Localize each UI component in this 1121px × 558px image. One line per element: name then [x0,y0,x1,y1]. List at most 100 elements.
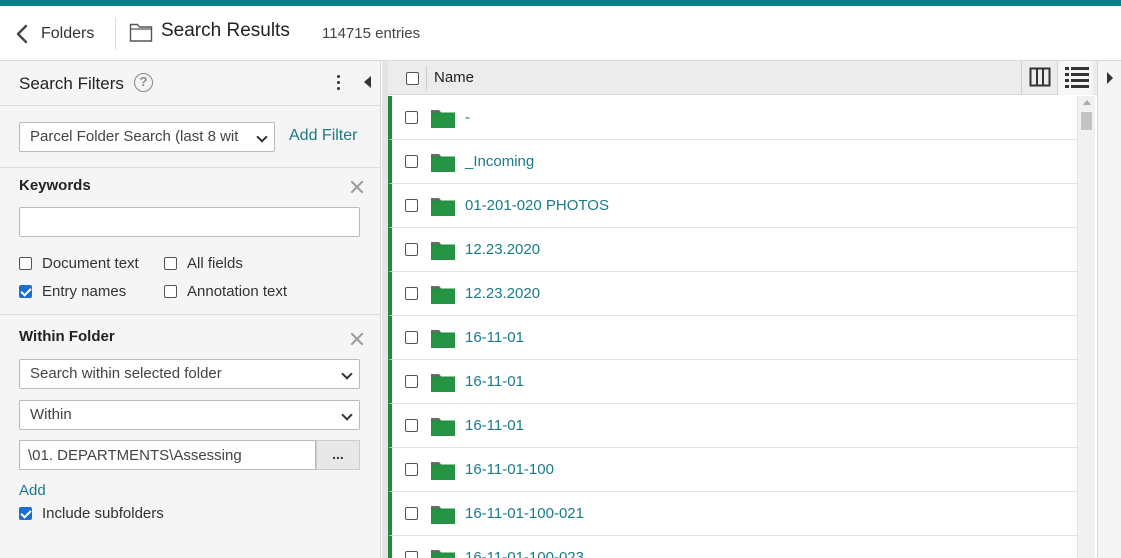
annotation-text-label: Annotation text [187,283,288,300]
table-row[interactable]: _Incoming [388,140,1077,184]
folder-relation-select[interactable]: Within [19,400,360,430]
list-icon [1065,67,1089,88]
table-row[interactable]: - [388,96,1077,140]
entry-names-option[interactable]: Entry names [19,283,126,300]
table-row[interactable]: 16-11-01 [388,360,1077,404]
row-name-link[interactable]: 16-11-01-100-023 [465,549,584,558]
folder-icon [431,506,455,524]
browse-folder-button[interactable]: ... [316,440,360,470]
details-pane-collapsed [1097,61,1121,558]
row-name-link[interactable]: - [465,109,470,126]
row-checkbox[interactable] [405,155,418,168]
table-row[interactable]: 16-11-01-100 [388,448,1077,492]
row-checkbox[interactable] [405,419,418,432]
document-text-checkbox[interactable] [19,257,32,270]
divider [0,167,381,168]
folder-path-input[interactable]: \01. DEPARTMENTS\Assessing [19,440,316,470]
page-title: Search Results [161,20,290,41]
header-divider [115,18,116,50]
row-name-link[interactable]: _Incoming [465,153,534,170]
name-column-header[interactable]: Name [434,69,474,86]
add-folder-link[interactable]: Add [19,482,46,499]
divider [0,314,381,315]
document-text-option[interactable]: Document text [19,255,139,272]
divider [0,105,381,106]
chevron-down-icon [341,368,353,380]
entry-names-label: Entry names [42,283,127,300]
column-separator [426,66,427,90]
entry-names-checkbox[interactable] [19,285,32,298]
back-to-folders-button[interactable]: Folders [12,20,94,48]
remove-keywords-filter-icon[interactable] [349,179,365,195]
row-checkbox[interactable] [405,111,418,124]
table-row[interactable]: 12.23.2020 [388,272,1077,316]
include-subfolders-label: Include subfolders [42,505,164,522]
all-fields-checkbox[interactable] [164,257,177,270]
column-view-button[interactable] [1021,61,1057,95]
keywords-input[interactable] [19,207,360,237]
row-checkbox[interactable] [405,507,418,520]
list-view-button[interactable] [1057,61,1093,95]
row-checkbox[interactable] [405,551,418,558]
table-row[interactable]: 16-11-01-100-023 [388,536,1077,558]
keywords-title: Keywords [19,177,91,194]
collapse-pane-icon[interactable] [364,76,371,88]
table-row[interactable]: 16-11-01 [388,316,1077,360]
more-options-icon[interactable] [332,73,344,93]
search-filters-pane: Search Filters ? Parcel Folder Search (l… [0,61,381,558]
help-icon[interactable]: ? [134,73,153,92]
scroll-thumb[interactable] [1081,112,1092,130]
all-fields-option[interactable]: All fields [164,255,243,272]
results-scrollbar[interactable] [1077,96,1095,558]
folder-scope-select[interactable]: Search within selected folder [19,359,360,389]
row-name-link[interactable]: 16-11-01-100-021 [465,505,584,522]
folder-icon [431,462,455,480]
expand-pane-icon[interactable] [1107,72,1113,84]
row-checkbox[interactable] [405,331,418,344]
folder-icon [431,550,455,558]
row-name-link[interactable]: 12.23.2020 [465,241,540,258]
results-pane: Name - _Incoming 01-201-020 PHOTOS 12.23.20… [388,61,1097,558]
row-name-link[interactable]: 16-11-01 [465,329,524,346]
row-checkbox[interactable] [405,463,418,476]
add-filter-link[interactable]: Add Filter [289,127,357,145]
annotation-text-checkbox[interactable] [164,285,177,298]
table-row[interactable]: 12.23.2020 [388,228,1077,272]
results-column-header: Name [388,61,1097,95]
include-subfolders-checkbox[interactable] [19,507,32,520]
row-checkbox[interactable] [405,199,418,212]
select-all-checkbox[interactable] [406,72,419,85]
saved-search-select[interactable]: Parcel Folder Search (last 8 wit [19,122,275,152]
folder-icon [431,418,455,436]
row-name-link[interactable]: 01-201-020 PHOTOS [465,197,609,214]
folder-outline-icon [129,23,153,42]
row-checkbox[interactable] [405,375,418,388]
annotation-text-option[interactable]: Annotation text [164,283,287,300]
table-row[interactable]: 16-11-01-100-021 [388,492,1077,536]
row-name-link[interactable]: 16-11-01 [465,417,524,434]
row-name-link[interactable]: 16-11-01 [465,373,524,390]
row-name-link[interactable]: 16-11-01-100 [465,461,554,478]
folder-icon [431,154,455,172]
row-checkbox[interactable] [405,287,418,300]
folder-scope-value: Search within selected folder [30,365,222,382]
within-folder-title: Within Folder [19,328,115,345]
folder-icon [431,242,455,260]
folder-relation-value: Within [30,406,72,423]
back-label: Folders [41,25,95,42]
search-filters-title: Search Filters [19,74,124,93]
results-list: - _Incoming 01-201-020 PHOTOS 12.23.2020 12.… [388,96,1077,558]
row-checkbox[interactable] [405,243,418,256]
table-row[interactable]: 16-11-01 [388,404,1077,448]
remove-within-folder-filter-icon[interactable] [349,331,365,347]
include-subfolders-option[interactable]: Include subfolders [19,505,164,522]
folder-icon [431,286,455,304]
folder-icon [431,110,455,128]
scroll-up-icon[interactable] [1083,100,1091,105]
entry-count: 114715 entries [322,25,421,42]
chevron-down-icon [256,131,268,143]
row-name-link[interactable]: 12.23.2020 [465,285,540,302]
table-row[interactable]: 01-201-020 PHOTOS [388,184,1077,228]
page-header: Folders Search Results 114715 entries [0,6,1121,61]
all-fields-label: All fields [187,255,243,272]
